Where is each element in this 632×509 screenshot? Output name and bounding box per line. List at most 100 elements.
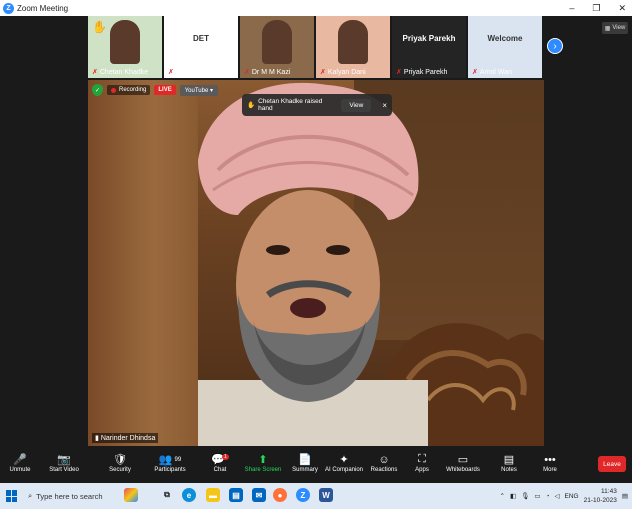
security-button[interactable]: 🛡 Security [100,452,140,473]
share-screen-icon: ⬆ [258,454,268,466]
tray-app-icon[interactable]: ◧ [510,492,516,500]
reactions-icon: ☺ [378,453,390,466]
tray-chevron-icon[interactable]: ⌃ [500,492,505,500]
windows-taskbar: ⌕ Type here to search ⧉ e ▬ ▤ ✉ ● Z W ⌃ … [0,483,632,509]
zoom-taskbar-icon[interactable]: Z [296,488,310,502]
encryption-shield-icon[interactable]: ✓ [92,84,103,96]
start-video-button[interactable]: 📷 Start Video [44,452,84,473]
network-icon[interactable]: ◔ [546,493,550,500]
signal-icon: ▮ [95,435,99,442]
leave-button[interactable]: Leave [598,456,626,472]
task-view-icon[interactable]: ⧉ [160,488,174,502]
participant-name: Amol Wan [479,68,512,76]
active-speaker-video[interactable]: ✓ Recording LIVE YouTube ▾ ✋ Chetan Khad… [88,80,544,446]
zoom-logo-icon: Z [3,2,14,14]
control-label: Notes [501,467,517,473]
close-window-button[interactable]: ✕ [618,3,626,14]
chevron-right-icon: › [553,40,557,52]
search-placeholder: Type here to search [36,491,103,501]
notification-center-icon[interactable]: ▤ [622,492,628,500]
control-label: Participants [154,467,186,473]
control-label: Summary [292,467,318,473]
speaker-name: Narinder Dhindsa [100,434,156,442]
microphone-icon[interactable]: 🎙 [521,492,529,500]
control-label: Share Screen [244,467,282,473]
participant-name: Kalyan Dani [327,68,366,76]
participant-video-avatar [262,20,292,64]
chat-badge: 1 [221,453,229,460]
strip-next-button[interactable]: › [547,38,563,54]
summary-button[interactable]: 📄 Summary [285,452,325,473]
speaker-figure [198,82,544,446]
windows-start-icon[interactable] [6,490,18,502]
window-title: Zoom Meeting [17,3,69,13]
participant-tile[interactable]: Priyak Parekh ✗ Priyak Parekh [392,16,466,78]
participant-tile[interactable]: ✋ ✗ Chetan Khadke [88,16,162,78]
notification-view-button[interactable]: View [341,98,372,112]
participant-video-avatar [110,20,140,64]
control-label: More [543,467,557,473]
ai-companion-button[interactable]: ✦ AI Companion [324,452,364,473]
participant-tile[interactable]: ✗ Kalyan Dani [316,16,390,78]
chat-button[interactable]: 💬 1 Chat [200,452,240,473]
view-layout-button[interactable]: ▦ View [602,22,628,34]
participant-name-tag: ✗ Kalyan Dani [320,68,366,77]
word-icon[interactable]: W [319,488,333,502]
participant-tile[interactable]: ✗ Dr M M Kazi [240,16,314,78]
mic-muted-icon: ✗ [244,69,250,76]
participant-name-tag: ✗ Amol Wan [472,68,512,77]
store-icon[interactable]: ▤ [229,488,243,502]
participant-tile[interactable]: DET ✗ Dr Diki Kharge [164,16,238,78]
widgets-icon[interactable] [124,488,138,502]
restore-button[interactable]: ❐ [592,3,600,14]
minimize-button[interactable]: – [569,3,574,13]
whiteboards-button[interactable]: ▭ Whiteboards [443,452,483,473]
taskbar-search[interactable]: ⌕ Type here to search [28,487,118,505]
participant-strip: ✋ ✗ Chetan Khadke DET ✗ Dr Diki Kharge ✗ Dr M M… [88,16,546,78]
record-dot-icon [111,87,116,93]
share-screen-button[interactable]: ⬆ Share Screen [243,452,283,473]
participant-name: Chetan Khadke [99,68,149,76]
mic-muted-icon: 🎤 [13,454,27,466]
raised-hand-icon: ✋ [92,20,107,34]
participants-icon: 👥 99 [158,454,182,466]
speaker-name-tag: ▮ Narinder Dhindsa [92,433,159,443]
shield-icon: 🛡 [113,454,127,466]
reactions-button[interactable]: ☺ Reactions [364,452,404,474]
notification-close-button[interactable]: × [382,101,387,110]
participants-button[interactable]: 👥 99 Participants [150,452,190,473]
control-label: Chat [213,467,227,473]
recording-indicator[interactable]: Recording [107,85,151,95]
participant-video-avatar [338,20,368,64]
unmute-button[interactable]: 🎤 Unmute [0,452,40,473]
file-explorer-icon[interactable]: ▬ [206,488,220,502]
edge-browser-icon[interactable]: e [182,488,196,502]
more-button[interactable]: ••• More [530,452,570,474]
control-label: Security [109,467,131,473]
volume-icon[interactable]: ◁ [555,492,560,500]
notes-button[interactable]: ▤ Notes [489,452,529,473]
participant-name: Dr M M Kazi [251,68,291,76]
firefox-icon[interactable]: ● [273,488,287,502]
recording-label: Recording [119,87,147,93]
control-label: Start Video [49,467,79,473]
language-indicator[interactable]: ENG [565,493,579,500]
grid-icon: ▦ [604,25,611,32]
clock[interactable]: 11:43 21-10-2023 [584,487,617,505]
ai-companion-icon: ✦ [339,454,349,466]
control-label: Reactions [370,467,398,473]
mail-icon[interactable]: ✉ [252,488,266,502]
stream-label: YouTube [184,87,209,94]
participant-name-tag: ✗ Dr M M Kazi [244,68,291,77]
mic-muted-icon: ✗ [472,69,478,76]
stream-dropdown[interactable]: YouTube ▾ [179,84,218,96]
participant-name-tag: ✗ Dr Diki Kharge [168,68,221,77]
clock-date: 21-10-2023 [583,497,617,504]
clock-time: 11:43 [601,488,617,495]
mic-muted-icon: ✗ [92,69,98,76]
raise-hand-notification: ✋ Chetan Khadke raised hand View × [242,94,392,116]
participant-tile[interactable]: Welcome ✗ Amol Wan [468,16,542,78]
participant-name: Priyak Parekh [403,68,448,76]
battery-icon[interactable]: ▭ [534,492,540,500]
apps-button[interactable]: ⛶ Apps [402,452,442,473]
